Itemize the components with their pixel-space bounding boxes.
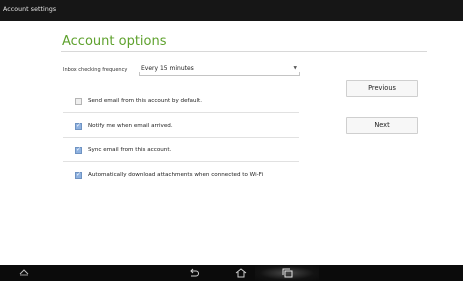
dropdown-arrow-icon: ▼ — [293, 66, 297, 71]
option-auto-download[interactable]: Automatically download attachments when … — [75, 170, 315, 184]
recent-apps-icon[interactable] — [282, 268, 294, 281]
system-nav-bar — [0, 265, 463, 281]
frequency-select[interactable]: Every 15 minutes ▼ — [139, 62, 300, 76]
home-icon[interactable] — [235, 268, 247, 281]
heading-divider — [61, 51, 427, 52]
option-divider — [63, 137, 299, 138]
option-sync[interactable]: Sync email from this account. — [75, 145, 305, 159]
back-icon[interactable] — [188, 268, 200, 281]
option-label: Notify me when email arrived. — [88, 123, 173, 129]
send-default-checkbox[interactable] — [75, 98, 82, 105]
option-label: Automatically download attachments when … — [88, 172, 264, 178]
title-bar: Account settings — [0, 0, 463, 21]
option-notify[interactable]: Notify me when email arrived. — [75, 121, 305, 135]
select-underline — [139, 72, 300, 76]
option-label: Send email from this account by default. — [88, 98, 203, 104]
auto-download-checkbox[interactable] — [75, 171, 82, 179]
notify-checkbox[interactable] — [75, 122, 82, 130]
page-title: Account options — [62, 34, 167, 49]
window-title: Account settings — [3, 6, 57, 13]
sync-checkbox[interactable] — [75, 146, 82, 154]
chevron-up-icon[interactable] — [19, 268, 29, 279]
option-divider — [63, 161, 299, 162]
frequency-label: Inbox checking frequency — [63, 67, 128, 73]
frequency-value: Every 15 minutes — [141, 65, 194, 72]
option-label: Sync email from this account. — [88, 147, 172, 153]
option-divider — [63, 112, 299, 113]
account-options-panel: Account options Inbox checking frequency… — [0, 21, 463, 265]
previous-button[interactable]: Previous — [346, 80, 418, 97]
next-button[interactable]: Next — [346, 117, 418, 134]
option-send-default[interactable]: Send email from this account by default. — [75, 96, 305, 110]
